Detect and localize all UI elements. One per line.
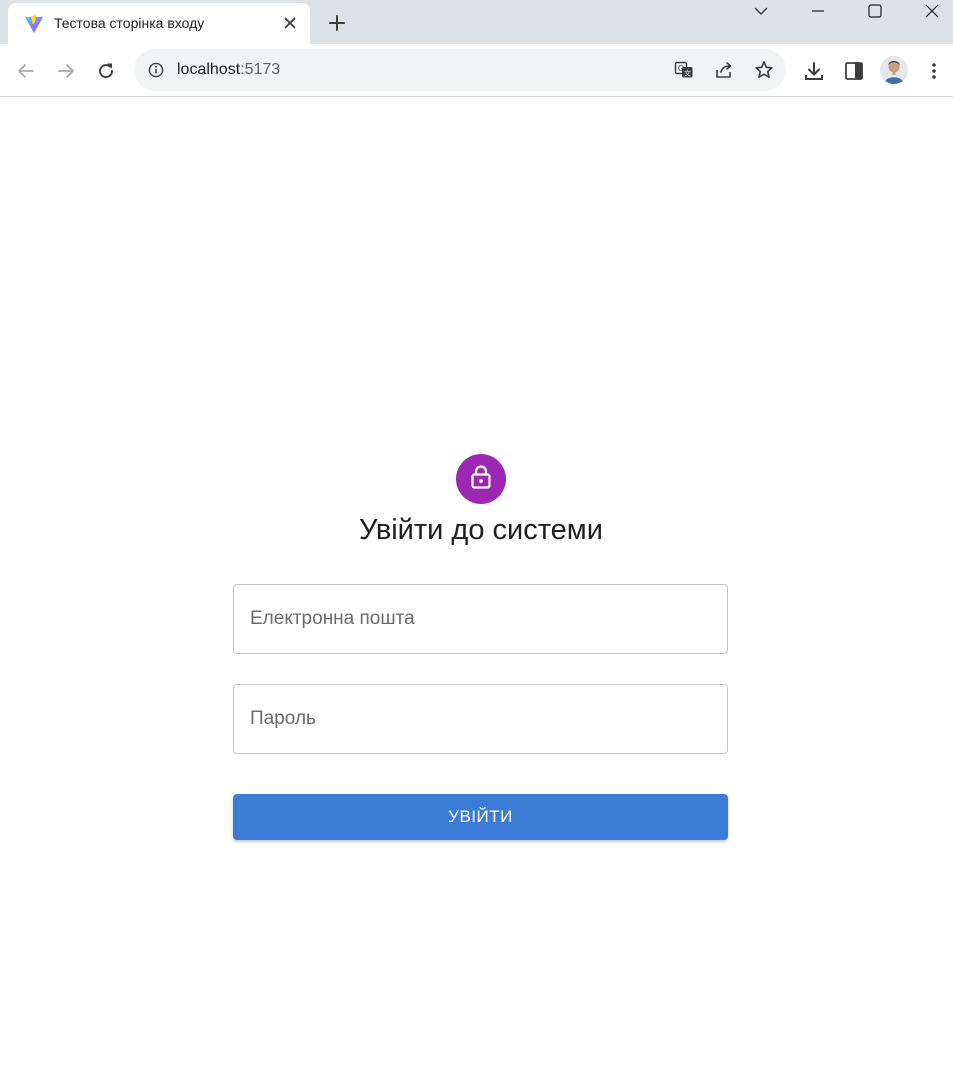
url-text[interactable]: localhost:5173: [177, 61, 280, 79]
url-port: :5173: [240, 61, 281, 78]
address-bar[interactable]: localhost:5173 G文: [134, 49, 786, 91]
page-title: Увійти до системи: [359, 514, 603, 546]
tab-close-icon[interactable]: [280, 13, 300, 33]
menu-kebab-icon[interactable]: [920, 57, 948, 85]
maximize-icon[interactable]: [852, 0, 898, 22]
tab-title: Тестова сторінка входу: [54, 15, 205, 31]
reload-icon[interactable]: [92, 57, 120, 85]
lock-icon: [469, 464, 493, 495]
back-icon[interactable]: [12, 57, 40, 85]
browser-tab[interactable]: Тестова сторінка входу: [8, 3, 310, 44]
login-button[interactable]: УВІЙТИ: [233, 794, 728, 840]
avatar[interactable]: [880, 56, 908, 84]
side-panel-icon[interactable]: [840, 57, 868, 85]
email-input[interactable]: [234, 585, 727, 653]
minimize-icon[interactable]: [795, 0, 841, 22]
close-window-icon[interactable]: [909, 0, 953, 22]
download-icon[interactable]: [800, 57, 828, 85]
forward-icon[interactable]: [52, 57, 80, 85]
new-tab-icon[interactable]: [324, 10, 350, 36]
tab-search-chevron-icon[interactable]: [738, 0, 784, 22]
tab-strip: Тестова сторінка входу: [0, 0, 953, 44]
url-host: localhost: [177, 61, 241, 78]
info-icon[interactable]: [146, 60, 166, 80]
email-field: [233, 584, 728, 654]
password-input[interactable]: [234, 685, 727, 753]
password-field: [233, 684, 728, 754]
translate-icon[interactable]: G文: [671, 57, 697, 83]
lock-avatar: [456, 454, 506, 504]
vite-logo-icon: [24, 14, 44, 34]
browser-toolbar: localhost:5173 G文: [0, 44, 953, 97]
share-icon[interactable]: [711, 57, 737, 83]
svg-text:文: 文: [684, 69, 691, 78]
bookmark-star-icon[interactable]: [751, 57, 777, 83]
login-page: Увійти до системи УВІЙТИ: [0, 98, 953, 1087]
